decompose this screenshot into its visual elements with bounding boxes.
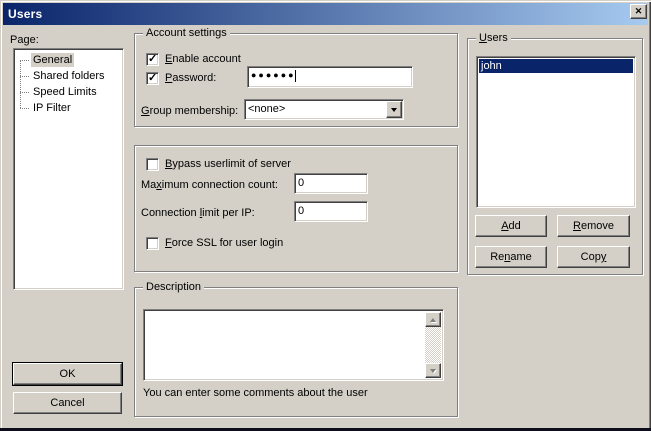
description-textarea[interactable] [143,309,444,381]
account-settings-title: Account settings [143,27,230,39]
ok-button[interactable]: OK [13,363,122,385]
combo-dropdown-button[interactable] [386,101,402,118]
bypass-userlimit-label: Bypass userlimit of server [165,158,291,171]
scroll-up-button[interactable] [425,312,441,327]
enable-account-label: Enable account [165,53,241,66]
limits-group: Bypass userlimit of server Maximum conne… [134,145,458,272]
group-membership-value: <none> [248,103,285,115]
rename-user-button[interactable]: Rename [475,246,547,268]
tree-connector [20,76,29,77]
copy-user-button[interactable]: Copy [557,246,630,268]
password-input[interactable]: ●●●●●● [247,66,413,88]
tree-connector [20,108,29,109]
users-group-title: Users [476,32,511,44]
group-membership-label: Group membership: [141,105,238,118]
scroll-down-button[interactable] [425,363,441,378]
bypass-userlimit-checkbox[interactable] [146,158,159,171]
users-dialog: Users ✕ Page: General Shared folders Spe… [0,0,651,431]
ip-limit-label: Connection limit per IP: [141,207,255,220]
password-masked-value: ●●●●●● [251,70,296,80]
description-hint: You can enter some comments about the us… [143,387,368,399]
max-connections-input[interactable]: 0 [294,173,368,194]
force-ssl-checkbox[interactable] [146,237,159,250]
users-group: Users john Add Remove Rename Copy [467,38,643,275]
ip-limit-input[interactable]: 0 [294,201,368,222]
arrow-up-icon [430,318,436,322]
users-list: john [476,56,636,208]
max-connections-label: Maximum connection count: [141,179,278,192]
description-title: Description [143,281,204,293]
user-list-item[interactable]: john [479,59,633,73]
description-scrollbar[interactable] [425,312,441,378]
remove-user-button[interactable]: Remove [557,215,630,237]
close-button[interactable]: ✕ [630,4,647,19]
tree-connector [20,60,29,61]
page-item-speed-limits[interactable]: Speed Limits [14,84,123,100]
cancel-button[interactable]: Cancel [13,392,122,414]
chevron-down-icon [391,108,397,112]
ip-limit-value: 0 [298,205,304,217]
force-ssl-label: Force SSL for user login [165,237,283,250]
description-group: Description You can enter some comments … [134,287,458,417]
account-settings-group: Account settings Enable account Password… [134,33,458,127]
page-list: General Shared folders Speed Limits IP F… [13,48,124,290]
window-title: Users [3,7,42,21]
page-item-ip-filter[interactable]: IP Filter [14,100,123,116]
title-bar: Users [3,3,648,25]
password-checkbox[interactable] [146,72,159,85]
close-icon: ✕ [635,7,643,16]
page-tree: General Shared folders Speed Limits IP F… [14,49,123,289]
page-item-shared-folders[interactable]: Shared folders [14,68,123,84]
tree-connector [20,92,29,93]
page-item-general[interactable]: General [14,52,123,68]
max-connections-value: 0 [298,177,304,189]
password-label: Password: [165,72,216,85]
add-user-button[interactable]: Add [475,215,547,237]
enable-account-checkbox[interactable] [146,53,159,66]
group-membership-select[interactable]: <none> [244,99,404,120]
arrow-down-icon [430,369,436,373]
page-label: Page: [10,34,39,46]
